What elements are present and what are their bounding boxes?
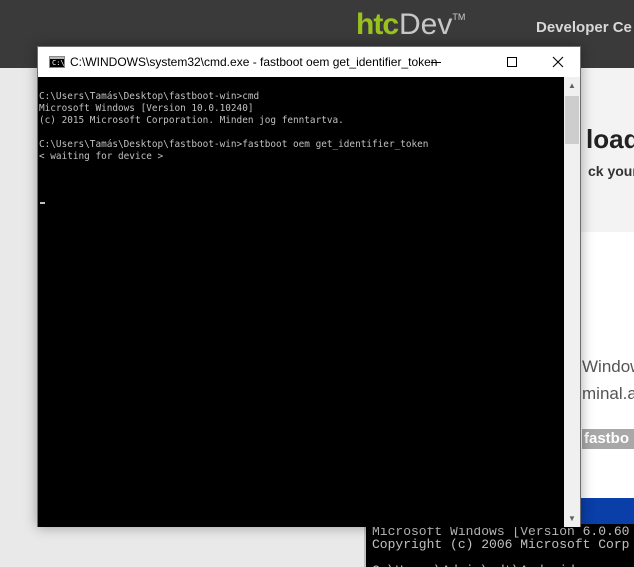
page-heading: load <box>586 124 634 154</box>
arrow-up-icon: ▲ <box>568 81 576 90</box>
window-title: C:\WINDOWS\system32\cmd.exe - fastboot o… <box>70 55 438 69</box>
vertical-scrollbar[interactable]: ▲ ▼ <box>564 77 580 527</box>
maximize-button[interactable] <box>489 47 535 77</box>
scroll-down-button[interactable]: ▼ <box>564 510 580 527</box>
close-button[interactable] <box>535 47 581 77</box>
logo-dev-text: Dev <box>399 8 453 41</box>
console-output: C:\Users\Tamás\Desktop\fastboot-win>cmd … <box>39 91 429 162</box>
maximize-icon <box>507 57 517 67</box>
embedded-cmd-text: Microsoft Windows [Version 6.0.60 Copyri… <box>372 524 630 567</box>
console-area[interactable]: C:\Users\Tamás\Desktop\fastboot-win>cmd … <box>38 77 564 527</box>
cmd-icon[interactable]: C:\ <box>49 56 65 68</box>
logo-trademark: TM <box>452 12 466 22</box>
scroll-thumb[interactable] <box>565 96 579 144</box>
text-cursor <box>40 202 45 204</box>
htcdev-logo[interactable]: htc Dev TM <box>356 8 465 42</box>
logo-htc-text: htc <box>356 8 399 41</box>
page-text-line-1: Window <box>582 357 634 376</box>
minimize-icon <box>431 61 441 63</box>
page-text-line-2: minal.a <box>582 384 634 403</box>
close-icon <box>552 56 564 68</box>
page-code-snippet: fastbo <box>582 429 634 449</box>
arrow-down-icon: ▼ <box>568 514 576 523</box>
minimize-button[interactable] <box>413 47 459 77</box>
page-subheading: ck your <box>588 163 634 179</box>
cmd-icon-label: C:\ <box>52 59 65 67</box>
window-titlebar[interactable]: C:\ C:\WINDOWS\system32\cmd.exe - fastbo… <box>38 47 580 77</box>
cmd-window[interactable]: C:\ C:\WINDOWS\system32\cmd.exe - fastbo… <box>37 46 581 527</box>
developer-center-link[interactable]: Developer Ce <box>536 19 632 36</box>
scroll-up-button[interactable]: ▲ <box>564 77 580 94</box>
